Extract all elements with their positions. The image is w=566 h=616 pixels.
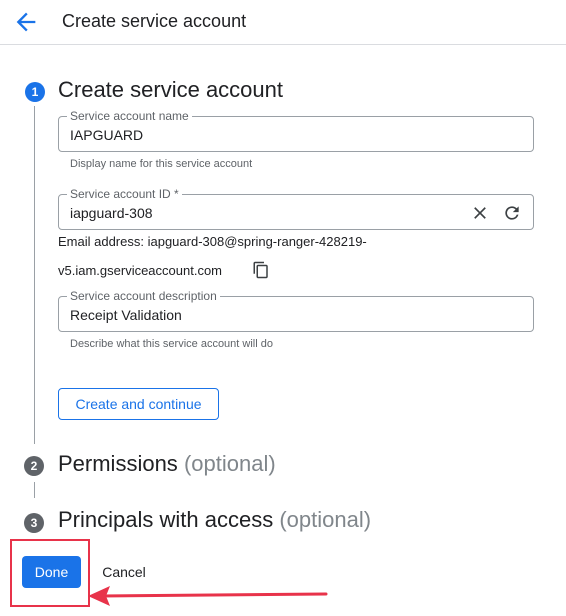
step-3-label: Principals with access <box>58 507 274 532</box>
service-account-description-field[interactable]: Service account description Receipt Vali… <box>58 289 534 332</box>
service-account-id-field[interactable]: Service account ID * iapguard-308 <box>58 187 534 230</box>
service-account-id-label: Service account ID * <box>67 187 182 201</box>
step-3-badge: 3 <box>24 513 44 533</box>
step-2-optional: (optional) <box>183 451 276 476</box>
page-header: Create service account <box>0 0 566 45</box>
annotation-arrow-icon <box>88 586 328 606</box>
step-3-title[interactable]: Principals with access (optional) <box>58 507 371 533</box>
step-1-title: Create service account <box>58 77 283 102</box>
step-connector-2 <box>34 482 35 498</box>
clear-id-button[interactable] <box>470 203 490 223</box>
service-account-description-label: Service account description <box>67 289 220 303</box>
back-button[interactable] <box>12 8 40 36</box>
service-account-name-field[interactable]: Service account name IAPGUARD <box>58 109 534 152</box>
create-and-continue-button[interactable]: Create and continue <box>58 388 219 420</box>
close-icon <box>474 207 486 219</box>
step-2-badge: 2 <box>24 456 44 476</box>
service-account-id-value[interactable]: iapguard-308 <box>70 204 153 222</box>
service-account-name-value[interactable]: IAPGUARD <box>70 126 143 144</box>
step-2-title[interactable]: Permissions (optional) <box>58 451 276 477</box>
copy-email-button[interactable] <box>252 261 272 281</box>
step-connector-1 <box>34 106 35 444</box>
email-address-line2: v5.iam.gserviceaccount.com <box>58 263 223 278</box>
step-2-label: Permissions <box>58 451 178 476</box>
service-account-name-label: Service account name <box>67 109 192 123</box>
refresh-icon <box>505 206 519 220</box>
arrow-back-icon <box>16 12 36 32</box>
step-3-optional: (optional) <box>279 507 372 532</box>
copy-icon <box>253 261 268 279</box>
step-1-badge: 1 <box>25 82 45 102</box>
done-button[interactable]: Done <box>22 556 81 588</box>
service-account-description-value[interactable]: Receipt Validation <box>70 306 182 324</box>
refresh-id-button[interactable] <box>502 203 522 223</box>
email-address-line1: Email address: iapguard-308@spring-range… <box>58 234 367 249</box>
service-account-name-hint: Display name for this service account <box>70 158 253 170</box>
page-title: Create service account <box>62 11 247 31</box>
service-account-description-hint: Describe what this service account will … <box>70 338 273 350</box>
